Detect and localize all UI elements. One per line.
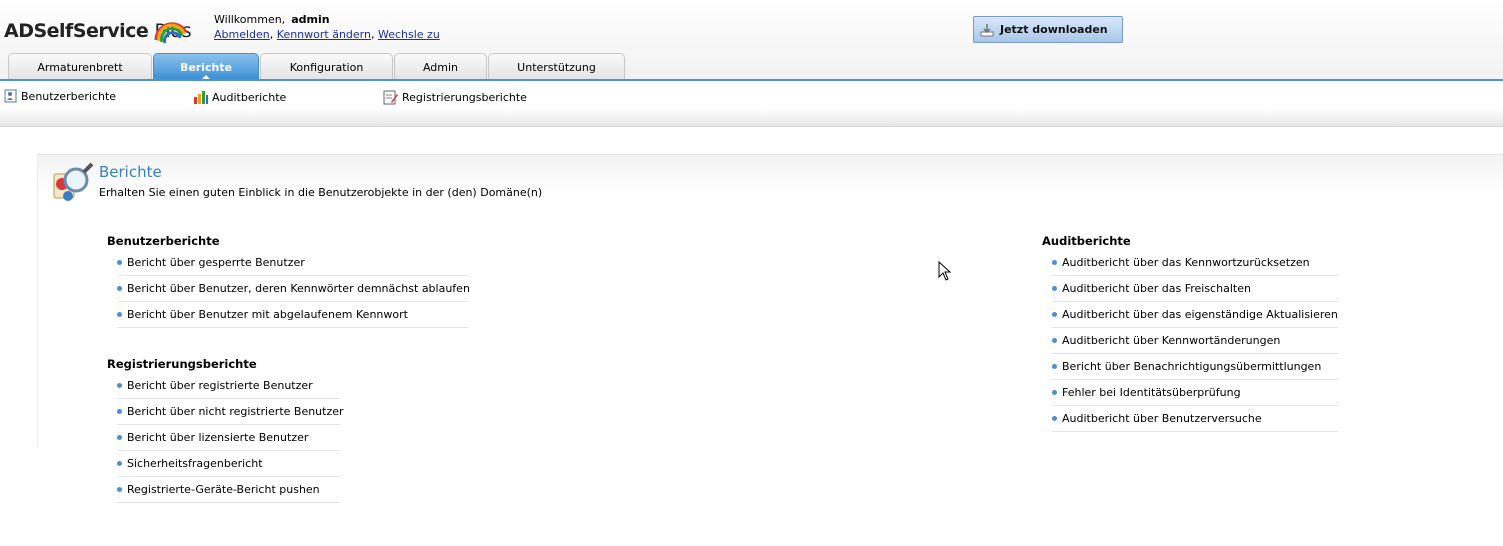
report-link[interactable]: Auditbericht über das eigenständige Aktu…	[1062, 308, 1338, 321]
bullet-icon	[117, 312, 122, 317]
report-link[interactable]: Bericht über gesperrte Benutzer	[127, 256, 305, 269]
list-item[interactable]: Registrierte-Geräte-Bericht pushen	[117, 477, 340, 503]
list-item[interactable]: Auditbericht über Kennwortänderungen	[1052, 328, 1339, 354]
tab-dashboard[interactable]: Armaturenbrett	[8, 53, 152, 80]
tab-reports[interactable]: Berichte	[153, 53, 259, 81]
subnav-user-reports[interactable]: Benutzerberichte	[4, 89, 116, 103]
header: ADSelfService Plus Willkommen, admin Abme…	[0, 0, 1503, 81]
report-link[interactable]: Auditbericht über das Kennwortzurücksetz…	[1062, 256, 1310, 269]
download-button[interactable]: Jetzt downloaden	[973, 16, 1123, 43]
list-item[interactable]: Auditbericht über das Kennwortzurücksetz…	[1052, 250, 1339, 276]
report-link[interactable]: Registrierte-Geräte-Bericht pushen	[127, 483, 320, 496]
report-link[interactable]: Auditbericht über das Freischalten	[1062, 282, 1251, 295]
main-tabs: Armaturenbrett Berichte Konfiguration Ad…	[8, 53, 626, 81]
user-reports-list: Bericht über gesperrte Benutzer Bericht …	[117, 250, 470, 328]
report-link[interactable]: Bericht über registrierte Benutzer	[127, 379, 313, 392]
list-item[interactable]: Fehler bei Identitätsüberprüfung	[1052, 380, 1339, 406]
registration-reports-heading: Registrierungsberichte	[107, 357, 257, 371]
mouse-cursor-icon	[938, 261, 952, 281]
user-reports-heading: Benutzerberichte	[107, 234, 220, 248]
list-item[interactable]: Auditbericht über Benutzerversuche	[1052, 406, 1339, 432]
bullet-icon	[117, 461, 122, 466]
subnav-user-reports-label: Benutzerberichte	[21, 89, 117, 103]
bullet-icon	[117, 286, 122, 291]
subnav-registration-reports-label: Registrierungsberichte	[402, 90, 527, 104]
bullet-icon	[117, 487, 122, 492]
sub-navigation: Benutzerberichte Auditberichte Registrie…	[0, 81, 1503, 127]
bullet-icon	[1052, 260, 1057, 265]
welcome-text: Willkommen, admin	[214, 13, 330, 26]
change-password-link[interactable]: Kennwort ändern	[277, 28, 371, 41]
report-link[interactable]: Bericht über lizensierte Benutzer	[127, 431, 308, 444]
report-link[interactable]: Sicherheitsfragenbericht	[127, 457, 263, 470]
audit-reports-heading: Auditberichte	[1042, 234, 1131, 248]
list-item[interactable]: Auditbericht über das eigenständige Aktu…	[1052, 302, 1339, 328]
list-item[interactable]: Bericht über Benutzer, deren Kennwörter …	[117, 276, 470, 302]
registration-reports-list: Bericht über registrierte Benutzer Beric…	[117, 373, 344, 503]
download-button-label: Jetzt downloaden	[1000, 23, 1108, 36]
report-link[interactable]: Fehler bei Identitätsüberprüfung	[1062, 386, 1241, 399]
list-item[interactable]: Bericht über Benutzer mit abgelaufenem K…	[117, 302, 468, 328]
switch-to-link[interactable]: Wechsle zu	[378, 28, 440, 41]
list-item[interactable]: Bericht über lizensierte Benutzer	[117, 425, 340, 451]
list-item[interactable]: Sicherheitsfragenbericht	[117, 451, 340, 477]
bullet-icon	[1052, 364, 1057, 369]
bullet-icon	[117, 383, 122, 388]
bar-chart-icon	[194, 91, 208, 104]
app-name: ADSelfService	[4, 20, 149, 42]
registration-report-icon	[383, 90, 398, 105]
report-link[interactable]: Bericht über nicht registrierte Benutzer	[127, 405, 344, 418]
bullet-icon	[117, 435, 122, 440]
welcome-label: Willkommen,	[214, 13, 286, 26]
subnav-audit-reports-label: Auditberichte	[212, 90, 287, 104]
subnav-registration-reports[interactable]: Registrierungsberichte	[383, 89, 527, 105]
logout-link[interactable]: Abmelden	[214, 28, 270, 41]
bullet-icon	[1052, 312, 1057, 317]
list-item[interactable]: Bericht über Benachrichtigungsübermittlu…	[1052, 354, 1339, 380]
report-link[interactable]: Auditbericht über Kennwortänderungen	[1062, 334, 1280, 347]
user-report-icon	[4, 89, 17, 103]
logo-arc-icon	[154, 22, 188, 44]
bullet-icon	[1052, 390, 1057, 395]
audit-reports-list: Auditbericht über das Kennwortzurücksetz…	[1052, 250, 1339, 432]
bullet-icon	[1052, 338, 1057, 343]
username: admin	[291, 13, 330, 26]
list-item[interactable]: Bericht über nicht registrierte Benutzer	[117, 399, 344, 425]
report-link[interactable]: Auditbericht über Benutzerversuche	[1062, 412, 1262, 425]
bullet-icon	[1052, 416, 1057, 421]
report-link[interactable]: Bericht über Benachrichtigungsübermittlu…	[1062, 360, 1321, 373]
list-item[interactable]: Auditbericht über das Freischalten	[1052, 276, 1339, 302]
report-link[interactable]: Bericht über Benutzer mit abgelaufenem K…	[127, 308, 408, 321]
list-item[interactable]: Bericht über registrierte Benutzer	[117, 373, 340, 399]
tab-admin[interactable]: Admin	[394, 53, 487, 80]
bullet-icon	[1052, 286, 1057, 291]
bullet-icon	[117, 260, 122, 265]
list-item[interactable]: Bericht über gesperrte Benutzer	[117, 250, 468, 276]
page-description: Erhalten Sie einen guten Einblick in die…	[99, 186, 543, 199]
user-links: Abmelden, Kennwort ändern, Wechsle zu	[214, 28, 440, 41]
page-title: Berichte	[99, 163, 162, 181]
tab-support[interactable]: Unterstützung	[488, 53, 625, 80]
tab-configuration[interactable]: Konfiguration	[260, 53, 393, 80]
report-link[interactable]: Bericht über Benutzer, deren Kennwörter …	[127, 282, 470, 295]
download-icon	[980, 23, 994, 36]
reports-magnifier-icon	[53, 162, 94, 201]
bullet-icon	[117, 409, 122, 414]
subnav-audit-reports[interactable]: Auditberichte	[193, 89, 286, 105]
